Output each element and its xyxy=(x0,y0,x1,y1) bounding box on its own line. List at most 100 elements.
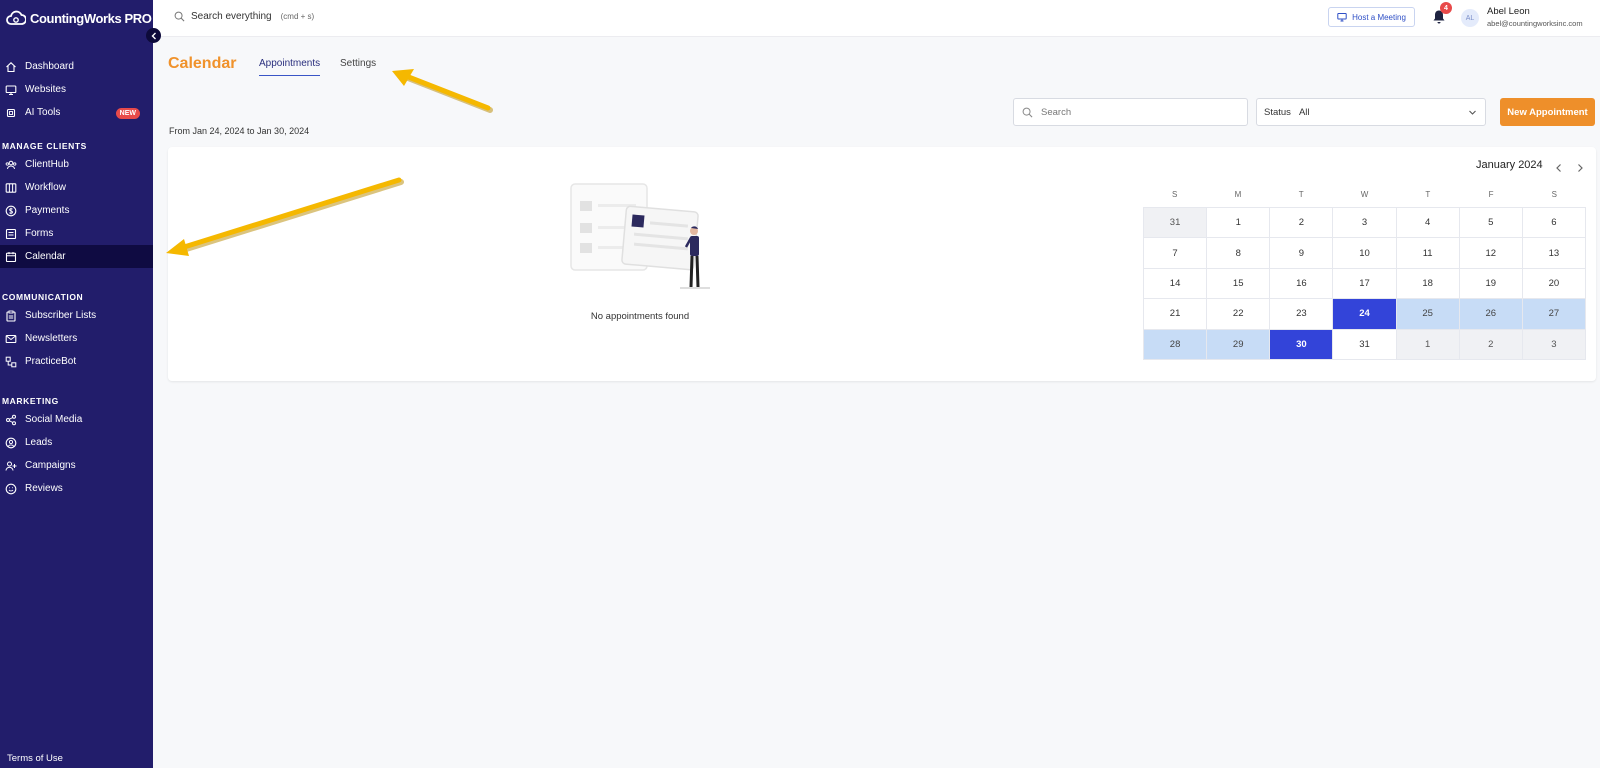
calendar-prev-button[interactable] xyxy=(1554,160,1564,172)
sidebar-item-label: Reviews xyxy=(25,483,63,494)
sidebar-item-calendar[interactable]: Calendar xyxy=(0,245,153,268)
calendar-day-cell[interactable]: 13 xyxy=(1522,238,1586,269)
calendar-day-cell[interactable]: 6 xyxy=(1522,208,1586,239)
cloud-logo-icon xyxy=(6,10,26,25)
columns-icon xyxy=(5,182,17,193)
monitor-icon xyxy=(5,84,17,95)
calendar-day-cell[interactable]: 3 xyxy=(1522,329,1586,360)
calendar-weekday-header: S M T W T F S xyxy=(1143,190,1586,199)
calendar-day-cell[interactable]: 12 xyxy=(1459,238,1523,269)
sidebar-item-reviews[interactable]: Reviews xyxy=(0,477,153,500)
calendar-day-cell[interactable]: 24 xyxy=(1333,299,1397,330)
app-name: CountingWorks PRO xyxy=(30,10,152,26)
calendar-day-cell[interactable]: 29 xyxy=(1207,329,1271,360)
chevron-right-icon xyxy=(1578,164,1583,172)
calendar-day-cell[interactable]: 17 xyxy=(1333,268,1397,300)
section-title-marketing: MARKETING xyxy=(2,396,59,406)
terms-of-use-link[interactable]: Terms of Use xyxy=(7,753,63,764)
host-meeting-button[interactable]: Host a Meeting xyxy=(1328,7,1415,27)
tab-settings[interactable]: Settings xyxy=(340,58,376,69)
app-logo[interactable]: CountingWorks PRO xyxy=(6,8,152,28)
sidebar-item-label: ClientHub xyxy=(25,159,69,170)
calendar-day-cell[interactable]: 28 xyxy=(1144,329,1208,360)
sidebar-item-label: Newsletters xyxy=(25,333,78,344)
calendar-day-cell[interactable]: 4 xyxy=(1396,208,1460,239)
weekday-label: T xyxy=(1298,190,1304,199)
calendar-day-cell[interactable]: 19 xyxy=(1459,268,1523,300)
avatar[interactable]: AL xyxy=(1461,9,1479,27)
calendar-day-cell[interactable]: 2 xyxy=(1459,329,1523,360)
bot-icon xyxy=(5,356,17,367)
sidebar-item-forms[interactable]: Forms xyxy=(0,222,153,245)
appointment-search-input[interactable] xyxy=(1041,106,1231,118)
chip-icon xyxy=(6,108,16,117)
nav-top: Dashboard Websites AI Tools NEW xyxy=(0,55,153,124)
calendar-day-cell[interactable]: 22 xyxy=(1207,299,1271,330)
calendar-day-cell[interactable]: 16 xyxy=(1270,268,1334,300)
calendar-day-cell[interactable]: 2 xyxy=(1270,208,1334,239)
calendar-day-cell[interactable]: 21 xyxy=(1144,299,1208,330)
calendar-day-cell[interactable]: 25 xyxy=(1396,299,1460,330)
calendar-day-cell[interactable]: 8 xyxy=(1207,238,1271,269)
calendar-day-cell[interactable]: 20 xyxy=(1522,268,1586,300)
calendar-day-cell[interactable]: 18 xyxy=(1396,268,1460,300)
sidebar-item-clienthub[interactable]: ClientHub xyxy=(0,153,153,176)
sidebar-item-leads[interactable]: Leads xyxy=(0,431,153,454)
section-title-manage-clients: MANAGE CLIENTS xyxy=(2,141,87,151)
status-filter-label: Status xyxy=(1264,106,1291,118)
sidebar-item-workflow[interactable]: Workflow xyxy=(0,176,153,199)
calendar-day-cell[interactable]: 5 xyxy=(1459,208,1523,239)
sidebar-item-label: Workflow xyxy=(25,182,66,193)
search-icon xyxy=(174,11,185,22)
empty-state-illustration xyxy=(570,183,710,289)
calendar-day-cell[interactable]: 30 xyxy=(1270,329,1334,360)
calendar-day-cell[interactable]: 15 xyxy=(1207,268,1271,300)
chevron-left-icon xyxy=(1556,164,1561,172)
sidebar-item-label: Dashboard xyxy=(25,61,74,72)
tab-appointments[interactable]: Appointments xyxy=(259,58,321,76)
sidebar-item-label: Websites xyxy=(25,84,66,95)
calendar-day-cell[interactable]: 14 xyxy=(1144,268,1208,300)
calendar-day-cell[interactable]: 1 xyxy=(1396,329,1460,360)
sidebar-item-social-media[interactable]: Social Media xyxy=(0,408,153,431)
calendar-day-cell[interactable]: 7 xyxy=(1144,238,1208,269)
calendar-day-cell[interactable]: 10 xyxy=(1333,238,1397,269)
sidebar-item-campaigns[interactable]: Campaigns xyxy=(0,454,153,477)
sidebar-item-websites[interactable]: Websites xyxy=(0,78,153,101)
sidebar-item-payments[interactable]: Payments xyxy=(0,199,153,222)
sidebar-item-label: Subscriber Lists xyxy=(25,310,97,321)
calendar-day-cell[interactable]: 31 xyxy=(1144,208,1208,239)
sidebar-item-label: PracticeBot xyxy=(25,356,77,367)
share-icon xyxy=(6,414,16,425)
new-appointment-button[interactable]: New Appointment xyxy=(1500,98,1595,126)
sidebar-item-label: Campaigns xyxy=(25,460,76,471)
calendar-day-cell[interactable]: 9 xyxy=(1270,238,1334,269)
weekday-label: S xyxy=(1551,190,1558,199)
form-icon xyxy=(5,228,17,239)
clipboard-icon xyxy=(6,310,16,322)
page-title: Calendar xyxy=(168,55,237,72)
sidebar-item-newsletters[interactable]: Newsletters xyxy=(0,327,153,350)
calendar-day-cell[interactable]: 11 xyxy=(1396,238,1460,269)
calendar-day-cell[interactable]: 3 xyxy=(1333,208,1397,239)
user-name[interactable]: Abel Leon xyxy=(1487,6,1530,17)
status-filter-select[interactable]: Status All xyxy=(1256,98,1486,126)
sidebar-item-subscriber-lists[interactable]: Subscriber Lists xyxy=(0,304,153,327)
calendar-day-cell[interactable]: 1 xyxy=(1207,208,1271,239)
calendar-day-cell[interactable]: 31 xyxy=(1333,329,1397,360)
sidebar-item-practicebot[interactable]: PracticeBot xyxy=(0,350,153,373)
appointment-search[interactable] xyxy=(1013,98,1248,126)
sidebar-item-dashboard[interactable]: Dashboard xyxy=(0,55,153,78)
user-plus-icon xyxy=(5,461,17,471)
global-search[interactable]: Search everything (cmd + s) xyxy=(174,11,314,22)
dollar-icon xyxy=(5,205,17,216)
sidebar: CountingWorks PRO Dashboard Websites AI … xyxy=(0,0,161,768)
calendar-day-cell[interactable]: 27 xyxy=(1522,299,1586,330)
sidebar-item-ai-tools[interactable]: AI Tools NEW xyxy=(0,101,153,124)
calendar-next-button[interactable] xyxy=(1575,160,1585,172)
new-badge: NEW xyxy=(115,108,140,119)
calendar-day-cell[interactable]: 26 xyxy=(1459,299,1523,330)
sidebar-collapse-button[interactable] xyxy=(146,28,161,43)
users-icon xyxy=(5,160,17,169)
calendar-day-cell[interactable]: 23 xyxy=(1270,299,1334,330)
